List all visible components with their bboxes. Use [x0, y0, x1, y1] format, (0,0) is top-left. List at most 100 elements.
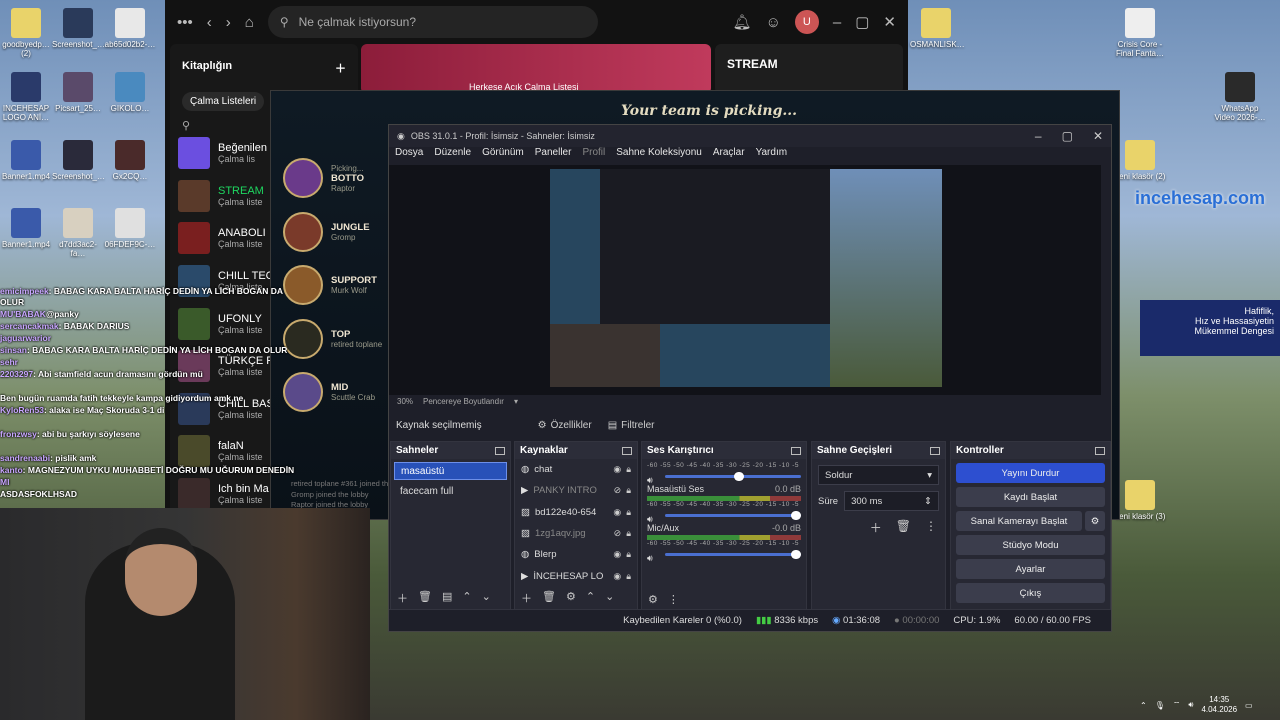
- control-button[interactable]: Ayarlar: [956, 559, 1105, 579]
- menu-item[interactable]: Araçlar: [713, 147, 745, 163]
- more-vertical-icon[interactable]: ⋮: [668, 593, 679, 606]
- desktop-icon[interactable]: Yeni klasör (3): [1114, 480, 1166, 521]
- menu-item[interactable]: Sahne Koleksiyonu: [616, 147, 702, 163]
- eye-icon[interactable]: ◉: [613, 464, 621, 475]
- add-icon[interactable]: ＋: [521, 590, 532, 606]
- desktop-icon[interactable]: OSMANLISK…: [910, 8, 965, 49]
- eye-off-icon[interactable]: ⊘: [614, 485, 622, 496]
- zoom-bar[interactable]: 30% Pencereye Boyutlandır ▾: [397, 397, 518, 406]
- lock-icon[interactable]: 🔒︎: [626, 549, 631, 560]
- maximize-icon[interactable]: ▢: [855, 13, 869, 31]
- source-item[interactable]: ▨ 1zg1aqv.jpg ⊘ 🔒︎: [515, 523, 637, 544]
- lock-icon[interactable]: 🔒︎: [626, 464, 631, 475]
- desktop-icon[interactable]: ab65d02b2-…: [104, 8, 156, 49]
- desktop-icon[interactable]: INCEHESAP LOGO ANİ…: [0, 72, 52, 122]
- scene-item[interactable]: masaüstü: [394, 462, 507, 480]
- desktop-icon[interactable]: Screenshot_…: [52, 140, 105, 181]
- volume-slider-knob[interactable]: [733, 472, 744, 481]
- chevron-up-icon[interactable]: ⌃: [1140, 701, 1147, 710]
- minimize-icon[interactable]: –: [1035, 129, 1042, 143]
- close-icon[interactable]: ✕: [883, 13, 896, 31]
- avatar[interactable]: U: [794, 10, 819, 34]
- more-icon[interactable]: •••: [177, 14, 193, 31]
- volume-slider[interactable]: [665, 472, 801, 481]
- menu-item[interactable]: Profil: [582, 147, 605, 163]
- volume-slider[interactable]: [665, 511, 801, 520]
- trash-icon[interactable]: 🗑︎: [542, 590, 556, 606]
- gear-icon[interactable]: ⚙: [648, 593, 658, 606]
- add-icon[interactable]: ＋: [870, 519, 882, 536]
- source-item[interactable]: ▨ bd122e40-654 ◉ 🔒︎: [515, 502, 637, 523]
- lock-icon[interactable]: 🔒︎: [626, 571, 631, 582]
- playlist-card[interactable]: Herkese Açık Çalma Listesi: [361, 44, 711, 94]
- forward-icon[interactable]: ›: [226, 14, 231, 31]
- transition-select[interactable]: Soldur ▾: [818, 465, 939, 485]
- maximize-icon[interactable]: ▢: [1062, 129, 1073, 143]
- minimize-icon[interactable]: –: [833, 14, 841, 31]
- mic-icon[interactable]: 🎙︎: [1155, 701, 1165, 710]
- control-button[interactable]: Yayını Durdur: [956, 463, 1105, 483]
- eye-off-icon[interactable]: ⊘: [614, 528, 622, 539]
- dock-undock-icon[interactable]: [791, 446, 801, 455]
- control-button[interactable]: Kaydı Başlat: [956, 487, 1105, 507]
- source-item[interactable]: ◍ Blerp ◉ 🔒︎: [515, 544, 637, 565]
- lock-icon[interactable]: 🔒︎: [626, 485, 631, 496]
- filter-icon[interactable]: ▤: [442, 590, 452, 606]
- volume-slider[interactable]: [665, 550, 801, 559]
- wifi-icon[interactable]: ⌔: [1173, 700, 1181, 710]
- back-icon[interactable]: ‹: [207, 14, 212, 31]
- desktop-icon[interactable]: Gx2CQ…: [104, 140, 156, 181]
- lock-icon[interactable]: 🔒︎: [626, 507, 631, 518]
- duration-input[interactable]: 300 ms ⇕: [844, 491, 939, 511]
- volume-icon[interactable]: 🔊︎: [1188, 700, 1193, 710]
- volume-icon[interactable]: 🔊︎: [647, 514, 653, 525]
- add-icon[interactable]: ＋: [397, 590, 408, 606]
- chevron-down-icon[interactable]: ⌄: [605, 590, 614, 606]
- more-vertical-icon[interactable]: ⋮: [925, 519, 937, 536]
- desktop-icon[interactable]: Crisis Core - Final Fanta…: [1114, 8, 1166, 58]
- menu-item[interactable]: Düzenle: [434, 147, 471, 163]
- source-item[interactable]: ▶ PANKY INTRO ⊘ 🔒︎: [515, 480, 637, 501]
- chevron-down-icon[interactable]: ⌄: [482, 590, 491, 606]
- control-button[interactable]: Stüdyo Modu: [956, 535, 1105, 555]
- source-item[interactable]: ▶ İNCEHESAP LO ◉ 🔒︎: [515, 565, 637, 586]
- gear-icon[interactable]: ⚙: [566, 590, 576, 606]
- eye-icon[interactable]: ◉: [613, 571, 621, 582]
- desktop-icon[interactable]: Picsart_25…: [52, 72, 104, 113]
- close-icon[interactable]: ✕: [1093, 129, 1103, 143]
- dock-undock-icon[interactable]: [1095, 446, 1105, 455]
- spotify-search[interactable]: ⚲ Ne çalmak istiyorsun?: [267, 6, 598, 38]
- volume-icon[interactable]: 🔊︎: [647, 553, 653, 564]
- volume-slider-knob[interactable]: [791, 550, 801, 559]
- source-item[interactable]: ◍ chat ◉ 🔒︎: [515, 459, 637, 480]
- desktop-icon[interactable]: goodbyedp…(2): [0, 8, 52, 58]
- virtual-camera-settings-button[interactable]: ⚙: [1085, 511, 1105, 531]
- menu-item[interactable]: Paneller: [535, 147, 572, 163]
- dock-undock-icon[interactable]: [622, 446, 632, 455]
- desktop-icon[interactable]: d7dd3ac2-fa…: [52, 208, 104, 258]
- add-icon[interactable]: ＋: [335, 60, 346, 76]
- obs-preview[interactable]: [389, 165, 1101, 395]
- trash-icon[interactable]: 🗑︎: [896, 519, 911, 536]
- scene-item[interactable]: facecam full: [394, 483, 507, 501]
- menu-item[interactable]: Dosya: [395, 147, 423, 163]
- clock[interactable]: 14:35 4.04.2026: [1201, 695, 1237, 716]
- home-icon[interactable]: ⌂: [245, 14, 254, 31]
- eye-icon[interactable]: ◉: [613, 549, 621, 560]
- desktop-icon[interactable]: Screenshot_…: [52, 8, 105, 49]
- desktop-icon[interactable]: WhatsApp Video 2026-…: [1214, 72, 1266, 122]
- filters-button[interactable]: ▤ Filtreler: [608, 420, 655, 431]
- properties-button[interactable]: ⚙ Özellikler: [538, 420, 592, 431]
- desktop-icon[interactable]: Yeni klasör (2): [1114, 140, 1166, 181]
- desktop-icon[interactable]: 06FDEF9C-…: [104, 208, 156, 249]
- filter-chip[interactable]: Çalma Listeleri: [182, 92, 265, 111]
- menu-item[interactable]: Yardım: [756, 147, 788, 163]
- notification-icon[interactable]: ▭: [1245, 701, 1253, 710]
- volume-icon[interactable]: 🔊︎: [647, 475, 653, 486]
- desktop-icon[interactable]: Banner1.mp4: [0, 208, 52, 249]
- dock-undock-icon[interactable]: [930, 446, 940, 455]
- friends-icon[interactable]: ☺: [766, 14, 781, 31]
- stream-card[interactable]: STREAM: [715, 44, 903, 94]
- desktop-icon[interactable]: Banner1.mp4: [0, 140, 52, 181]
- volume-slider-knob[interactable]: [791, 511, 801, 520]
